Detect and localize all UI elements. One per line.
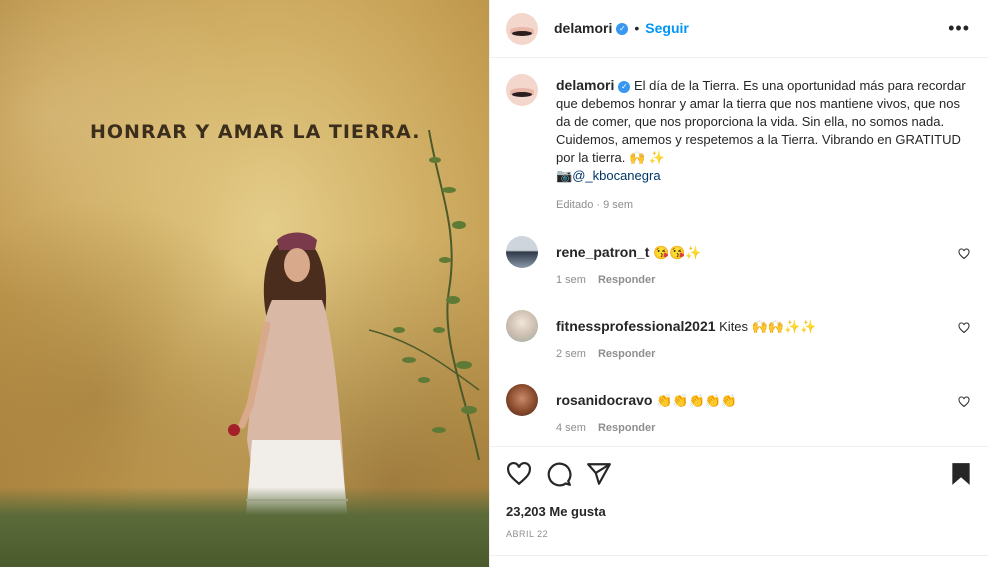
comment-item: fitnessprofessional2021 Kites 🙌🙌✨✨ 2 sem… <box>506 310 976 370</box>
paper-plane-icon[interactable] <box>586 461 612 487</box>
comment-time[interactable]: 2 sem <box>556 348 586 360</box>
comment-meta: 4 sem Responder <box>556 422 655 434</box>
vine-plant <box>369 130 480 460</box>
avatar-eye <box>512 31 532 36</box>
comment-username[interactable]: fitnessprofessional2021 <box>556 318 716 334</box>
post-actions: 23,203 Me gusta ABRIL 22 <box>490 446 988 567</box>
reply-button[interactable]: Responder <box>598 274 655 286</box>
heart-icon[interactable] <box>958 322 970 334</box>
bookmark-icon[interactable] <box>948 461 974 487</box>
verified-badge-icon: ✓ <box>616 22 629 35</box>
caption-body: El día de la Tierra. Es una oportunidad … <box>556 78 966 165</box>
divider <box>490 555 988 556</box>
more-dots-icon[interactable]: ••• <box>948 18 970 39</box>
comment-username[interactable]: rene_patron_t <box>556 244 649 260</box>
comment-time[interactable]: 1 sem <box>556 274 586 286</box>
comment-text-row: rene_patron_t 😘😘✨ <box>556 244 702 261</box>
instagram-post: HONRAR Y AMAR LA TIERRA. delamori ✓ • Se… <box>0 0 988 567</box>
comment-text: Kites 🙌🙌✨✨ <box>719 319 817 334</box>
caption-avatar[interactable] <box>506 74 538 106</box>
comment-text-row: rosanidocravo 👏👏👏👏👏 <box>556 392 737 409</box>
heart-icon[interactable] <box>958 248 970 260</box>
verified-badge-icon: ✓ <box>618 80 631 93</box>
follow-button[interactable]: Seguir <box>645 20 689 36</box>
comment-meta: 2 sem Responder <box>556 348 655 360</box>
caption-username[interactable]: delamori <box>556 77 614 93</box>
comment-time[interactable]: 4 sem <box>556 422 586 434</box>
comment-text: 👏👏👏👏👏 <box>656 393 738 408</box>
heart-icon[interactable] <box>506 461 532 487</box>
post-photo[interactable]: HONRAR Y AMAR LA TIERRA. <box>0 0 489 567</box>
post-side-panel: delamori ✓ • Seguir ••• delamori ✓ El día de… <box>489 0 988 567</box>
post-date[interactable]: ABRIL 22 <box>506 529 548 539</box>
header-user-row: delamori ✓ • Seguir <box>554 20 689 38</box>
commenter-avatar[interactable] <box>506 384 538 416</box>
comment-username[interactable]: rosanidocravo <box>556 392 652 408</box>
author-username[interactable]: delamori <box>554 20 612 36</box>
camera-icon: 📷 <box>556 168 573 183</box>
comment-bubble-icon[interactable] <box>546 461 572 487</box>
heart-icon[interactable] <box>958 396 970 408</box>
reply-button[interactable]: Responder <box>598 422 655 434</box>
comment-text-row: fitnessprofessional2021 Kites 🙌🙌✨✨ <box>556 318 816 335</box>
avatar-eye <box>512 92 532 97</box>
author-avatar[interactable] <box>506 13 538 45</box>
mention-link[interactable]: @_kbocanegra <box>572 168 660 183</box>
caption-text-block: delamori ✓ El día de la Tierra. Es una op… <box>556 76 966 185</box>
reply-button[interactable]: Responder <box>598 348 655 360</box>
header-separator: • <box>634 20 640 36</box>
comment-item: rosanidocravo 👏👏👏👏👏 4 sem Responder <box>506 384 976 444</box>
post-header: delamori ✓ • Seguir ••• <box>490 0 988 58</box>
comment-meta: 1 sem Responder <box>556 274 655 286</box>
comment-item: rene_patron_t 😘😘✨ 1 sem Responder <box>506 236 976 296</box>
commenter-avatar[interactable] <box>506 310 538 342</box>
caption-meta: Editado · 9 sem <box>556 199 634 211</box>
likes-count[interactable]: 23,203 Me gusta <box>506 504 606 519</box>
comment-text: 😘😘✨ <box>652 245 702 260</box>
commenter-avatar[interactable] <box>506 236 538 268</box>
grass-ground <box>0 487 489 567</box>
caption-emojis: 🙌 ✨ <box>629 150 665 165</box>
